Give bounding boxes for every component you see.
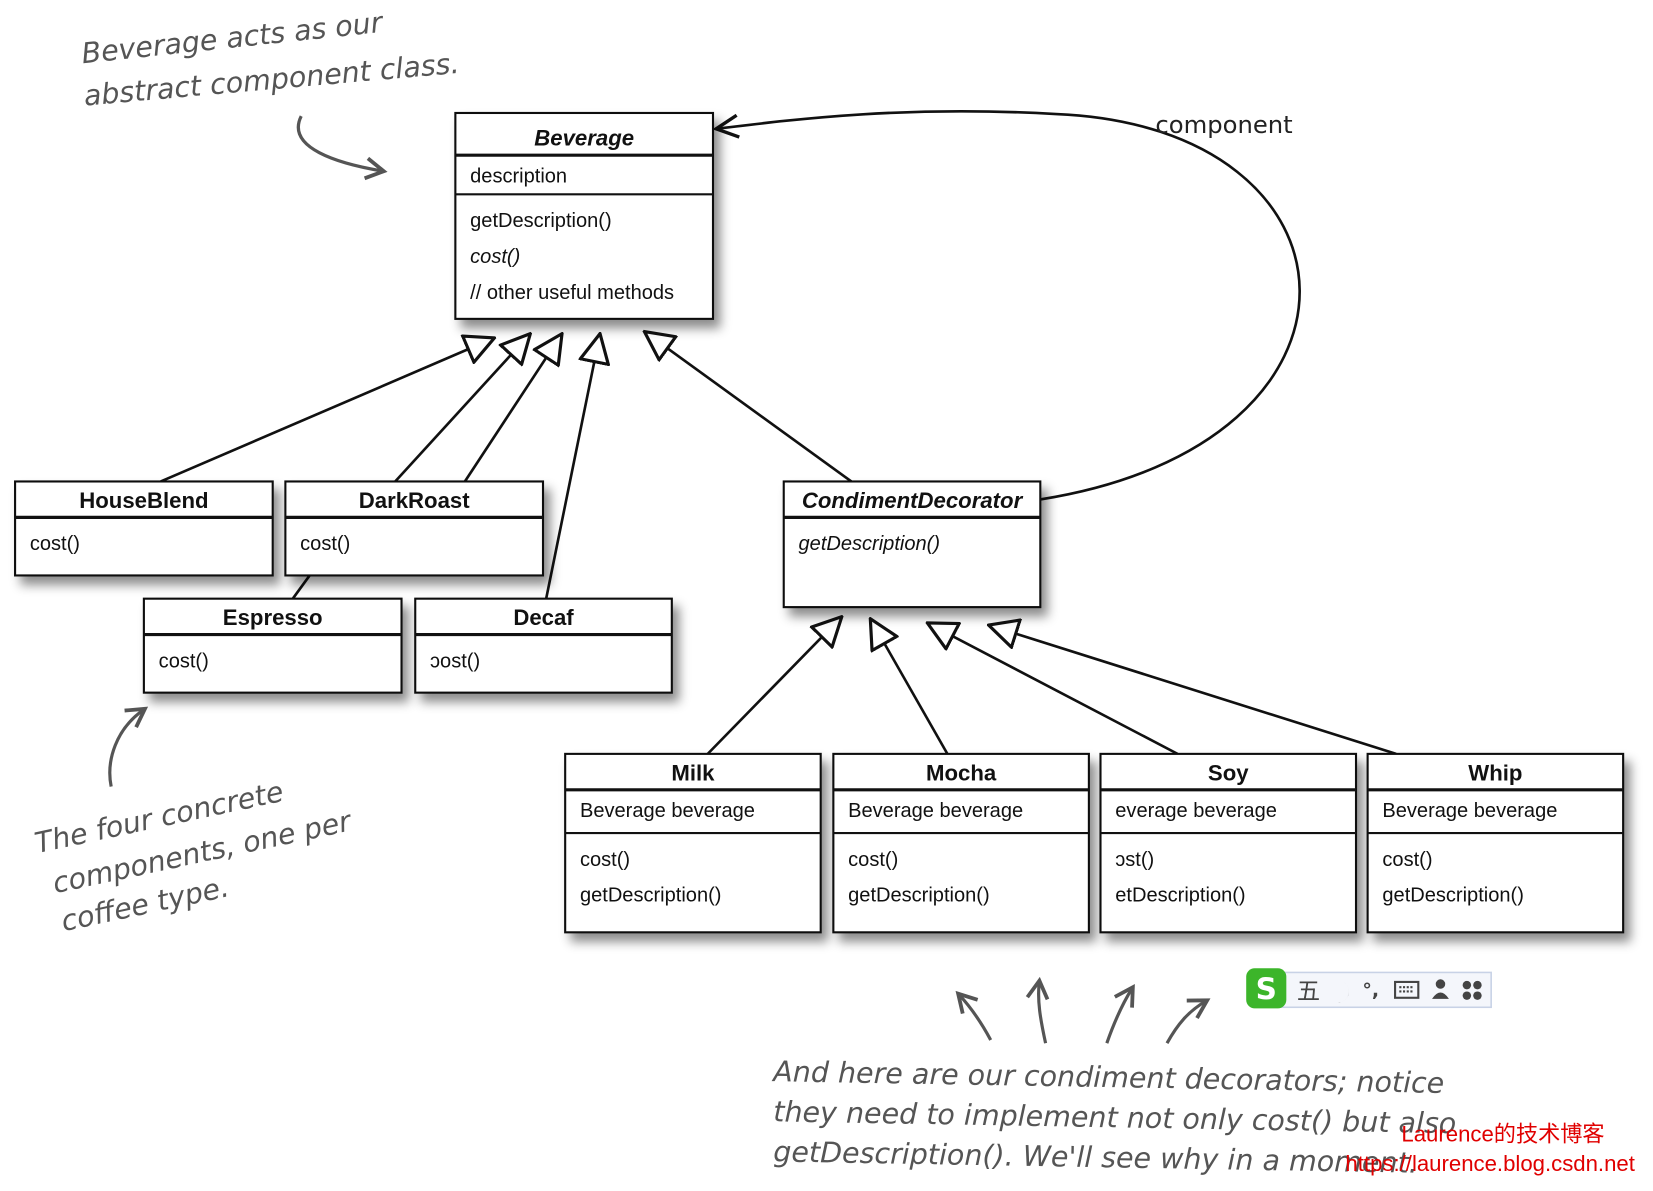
class-attribute: description (470, 166, 567, 188)
ime-logo: S (1256, 972, 1277, 1006)
class-method: cost() (1382, 849, 1432, 871)
note-line: And here are our condiment decorators; n… (771, 1055, 1444, 1100)
class-decaf: Decaf ɔost() (414, 597, 673, 694)
class-name: Whip (1468, 760, 1522, 785)
inherit-espresso-upper (463, 334, 562, 483)
note-line: getDescription(). We'll see why in a mom… (773, 1135, 1418, 1179)
inherit-decaf (544, 334, 600, 599)
class-darkroast: DarkRoast cost() (284, 480, 545, 577)
note-arrow (108, 710, 144, 787)
inherit-mocha (870, 619, 949, 755)
class-attribute: Beverage beverage (1382, 800, 1557, 822)
class-milk: Milk Beverage beverage cost() getDescriptio… (564, 752, 822, 934)
class-attribute: Beverage beverage (580, 800, 755, 822)
class-condimentdecorator: CondimentDecorator getDescription() (782, 480, 1042, 609)
class-method: etDescription() (1115, 885, 1245, 907)
inherit-condimentdecorator (644, 332, 853, 483)
watermark-title: Laurence的技术博客 (1401, 1121, 1604, 1146)
class-attribute: everage beverage (1115, 800, 1277, 822)
class-name: CondimentDecorator (802, 488, 1024, 513)
class-attribute: Beverage beverage (848, 800, 1023, 822)
class-method: cost() (848, 849, 898, 871)
class-soy: Soy everage beverage ɔst() etDescription() (1099, 752, 1358, 934)
decorator-note (959, 982, 1206, 1044)
class-name: DarkRoast (359, 488, 470, 513)
class-whip: Whip Beverage beverage cost() getDescriptio… (1366, 752, 1625, 934)
punctuation-button[interactable]: °, (1362, 980, 1379, 1002)
class-method: // other useful methods (470, 282, 674, 304)
class-name: Beverage (534, 126, 634, 151)
diagram-canvas: component Beverage description getDescript… (14, 6, 1635, 1180)
inherit-soy (927, 623, 1179, 756)
class-method: ɔst() (1115, 849, 1154, 871)
class-method: getDescription() (1382, 885, 1524, 907)
class-method: cost() (30, 533, 80, 555)
note-line: they need to implement not only cost() b… (773, 1095, 1457, 1140)
class-method: cost() (300, 533, 350, 555)
concrete-note: The four concrete components, one per co… (32, 710, 356, 938)
note-arrow (1165, 1001, 1206, 1044)
class-method: getDescription() (580, 885, 722, 907)
decorator-uml-diagram: component Beverage description getDescript… (0, 0, 1653, 1191)
class-method: getDescription() (848, 885, 989, 907)
watermark-url: https://laurence.blog.csdn.net (1345, 1151, 1634, 1176)
inherit-whip (989, 625, 1397, 756)
class-method: cost() (580, 849, 630, 871)
class-name: Decaf (513, 605, 574, 630)
inherit-milk (706, 617, 842, 755)
inherit-houseblend (160, 338, 495, 483)
class-name: Espresso (223, 605, 323, 630)
class-method: getDescription() (470, 210, 612, 232)
component-association (716, 109, 1301, 501)
note-arrow (959, 995, 993, 1041)
class-name: Mocha (926, 760, 997, 785)
beverage-note: Beverage acts as our abstract component … (80, 6, 461, 171)
note-arrow (297, 115, 382, 171)
class-espresso: Espresso cost() (142, 597, 403, 694)
class-beverage: Beverage description getDescription() cost(… (454, 111, 715, 320)
class-houseblend: HouseBlend cost() (14, 480, 274, 577)
ime-toolbar[interactable]: S 五 °, (1246, 968, 1492, 1009)
inherit-darkroast (394, 334, 530, 483)
ime-mode-button[interactable]: 五 (1297, 978, 1320, 1005)
class-method: cost() (470, 246, 520, 268)
class-method: getDescription() (799, 533, 940, 555)
class-method: ɔost() (430, 650, 480, 672)
class-method: cost() (159, 650, 209, 672)
class-name: Soy (1208, 760, 1249, 785)
class-mocha: Mocha Beverage beverage cost() getDescripti… (832, 752, 1090, 934)
component-label: component (1155, 110, 1292, 139)
class-name: HouseBlend (79, 488, 208, 513)
note-arrow (1039, 982, 1046, 1044)
class-name: Milk (671, 760, 715, 785)
note-arrow (1105, 988, 1132, 1044)
inherit-espresso (291, 574, 311, 600)
